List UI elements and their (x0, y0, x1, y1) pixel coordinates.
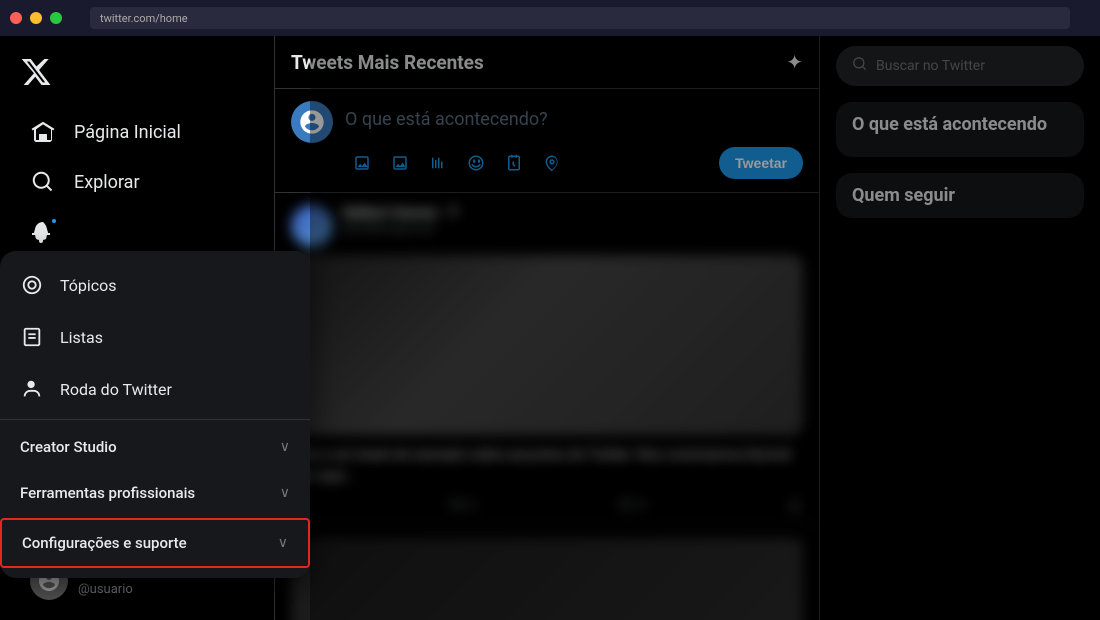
twitter-logo[interactable] (0, 46, 274, 107)
professional-tools-chevron: ∨ (280, 485, 290, 501)
url-text: twitter.com/home (100, 12, 188, 25)
browser-maximize-dot[interactable] (50, 12, 62, 24)
sidebar-home-label: Página Inicial (74, 122, 181, 143)
creator-studio-chevron: ∨ (280, 439, 290, 455)
overlay-backdrop[interactable] (310, 36, 1100, 620)
dropdown-menu: Tópicos Listas Roda do Twitter Creator S… (0, 251, 310, 578)
bell-icon (30, 219, 56, 245)
dropdown-item-topics[interactable]: Tópicos (0, 259, 310, 311)
user-handle: @usuario (78, 582, 133, 597)
lists-label: Listas (60, 328, 103, 347)
sidebar-explore-label: Explorar (74, 172, 140, 193)
sidebar-item-explore[interactable]: Explorar (10, 159, 264, 205)
topics-icon (20, 273, 44, 297)
notification-badge (50, 217, 58, 225)
browser-minimize-dot[interactable] (30, 12, 42, 24)
browser-bar: twitter.com/home (0, 0, 1100, 36)
creator-studio-label: Creator Studio (20, 438, 117, 456)
settings-support-chevron: ∨ (278, 535, 288, 551)
dropdown-professional-tools[interactable]: Ferramentas profissionais ∨ (0, 470, 310, 516)
dropdown-creator-studio[interactable]: Creator Studio ∨ (0, 424, 310, 470)
lists-icon (20, 325, 44, 349)
left-sidebar: Página Inicial Explorar Tópicos (0, 36, 275, 620)
explore-icon (30, 169, 56, 195)
dropdown-divider-1 (0, 419, 310, 420)
sidebar-item-notifications[interactable] (10, 209, 264, 255)
topics-label: Tópicos (60, 276, 117, 295)
app-container: Página Inicial Explorar Tópicos (0, 36, 1100, 620)
circle-icon (20, 377, 44, 401)
dropdown-item-circle[interactable]: Roda do Twitter (0, 363, 310, 415)
dropdown-item-lists[interactable]: Listas (0, 311, 310, 363)
professional-tools-label: Ferramentas profissionais (20, 484, 195, 502)
url-bar[interactable]: twitter.com/home (90, 7, 1070, 29)
settings-support-label: Configurações e suporte (22, 534, 187, 552)
home-icon (30, 119, 56, 145)
sidebar-item-home[interactable]: Página Inicial (10, 109, 264, 155)
browser-close-dot[interactable] (10, 12, 22, 24)
dropdown-settings-support[interactable]: Configurações e suporte ∨ (0, 518, 310, 568)
circle-label: Roda do Twitter (60, 380, 172, 399)
